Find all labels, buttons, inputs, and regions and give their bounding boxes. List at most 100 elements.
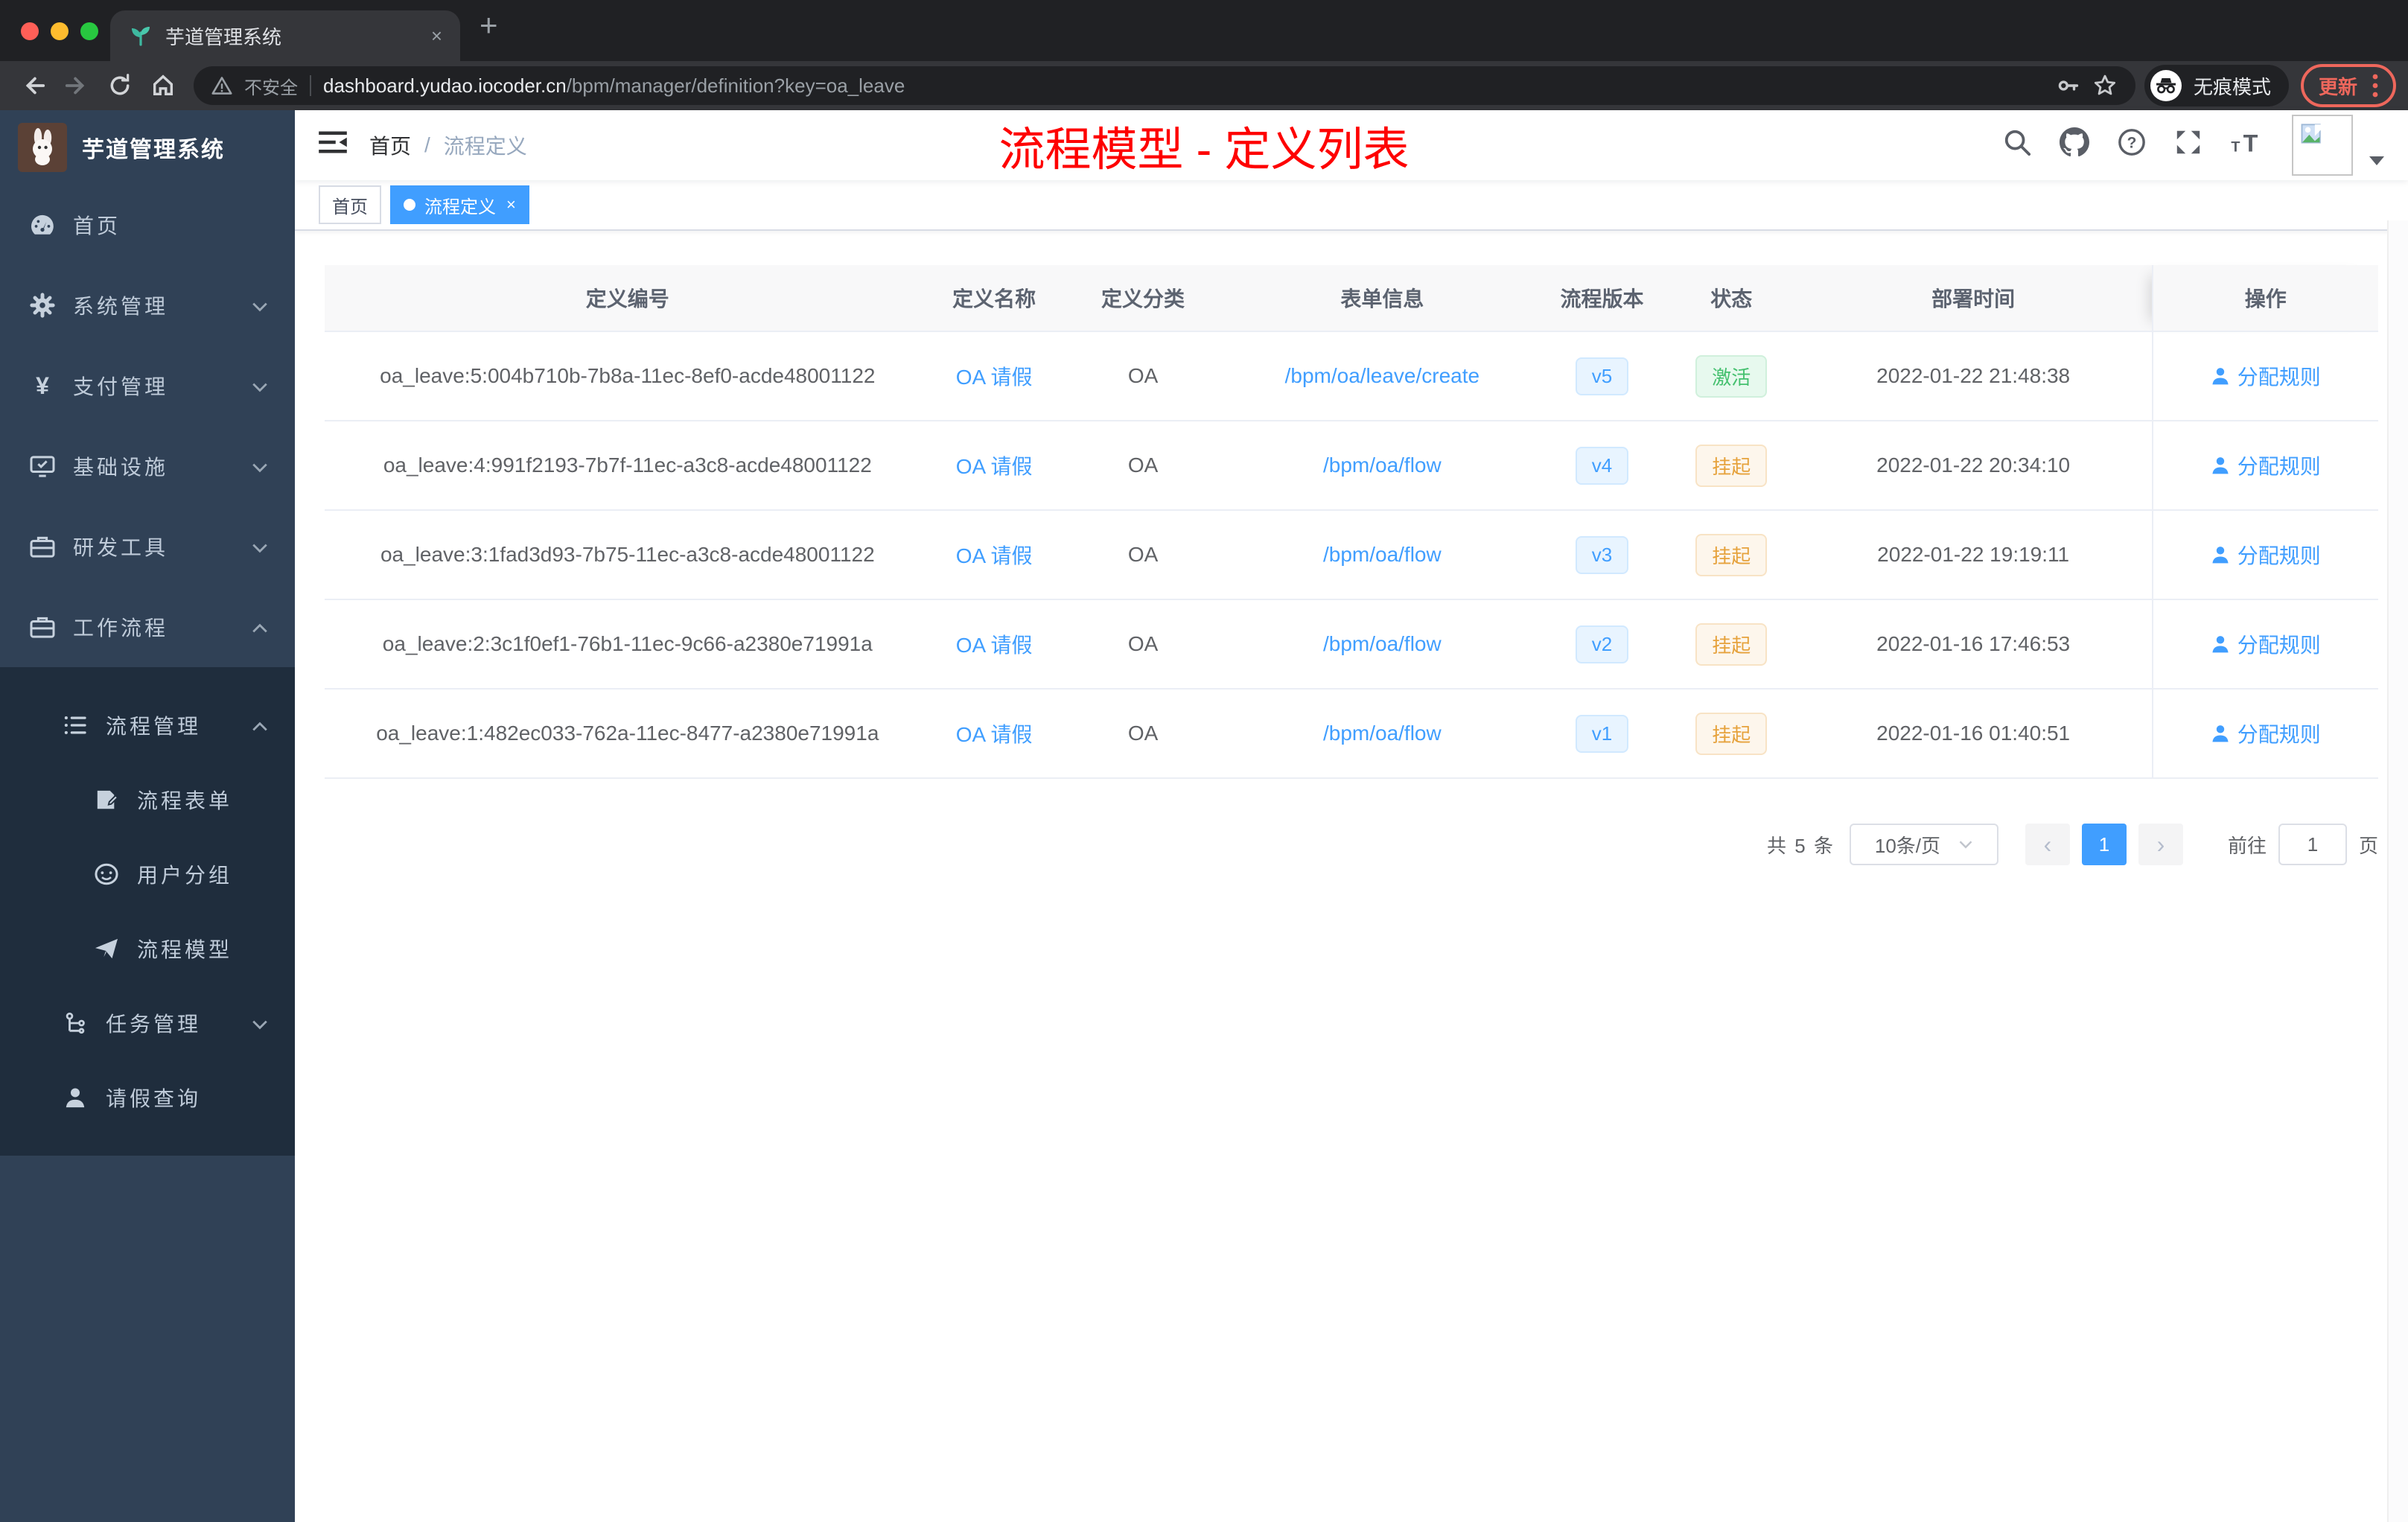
sidebar-item-process-management[interactable]: 流程管理 <box>0 688 295 762</box>
address-bar[interactable]: 不安全 dashboard.yudao.iocoder.cn/bpm/manag… <box>194 66 2135 105</box>
breadcrumb-home[interactable]: 首页 <box>369 130 411 160</box>
assign-rule-link[interactable]: 分配规则 <box>2211 629 2321 659</box>
version-badge: v3 <box>1575 535 1629 574</box>
close-window-button[interactable] <box>21 22 39 40</box>
col-header-status: 状态 <box>1667 265 1795 332</box>
incognito-badge[interactable]: 无痕模式 <box>2144 65 2289 106</box>
form-link[interactable]: /bpm/oa/flow <box>1323 453 1442 477</box>
cell-version: v3 <box>1536 510 1668 600</box>
col-header-actions: 操作 <box>2151 265 2378 332</box>
definition-name-link[interactable]: OA 请假 <box>956 455 1033 478</box>
cell-version: v2 <box>1536 599 1668 690</box>
sidebar-item-workflow[interactable]: 工作流程 <box>0 587 295 667</box>
cell-actions: 分配规则 <box>2151 689 2378 779</box>
tag-close-icon[interactable]: × <box>506 195 516 214</box>
user-icon <box>2212 636 2229 653</box>
pagination: 共 5 条 10条/页 ‹ 1 › 前往 1 页 <box>325 824 2378 865</box>
toolbox-icon <box>30 616 55 638</box>
cell-name: OA 请假 <box>930 599 1058 690</box>
search-icon[interactable] <box>2003 128 2031 162</box>
sidebar-item-infrastructure[interactable]: 基础设施 <box>0 426 295 506</box>
reload-button[interactable] <box>98 65 141 106</box>
incognito-icon <box>2150 70 2182 101</box>
status-badge: 挂起 <box>1695 444 1768 487</box>
form-link[interactable]: /bpm/oa/leave/create <box>1285 364 1480 387</box>
cell-category: OA <box>1057 599 1229 690</box>
definition-name-link[interactable]: OA 请假 <box>956 634 1033 657</box>
app-frame: 芋道管理系统 首页 系统管理 ¥ 支付管理 基础设施 研发工具 工作流程 流程管… <box>0 110 2408 1522</box>
tag-home[interactable]: 首页 <box>319 185 381 224</box>
col-header-category: 定义分类 <box>1057 265 1229 332</box>
definition-name-link[interactable]: OA 请假 <box>956 366 1033 389</box>
breadcrumb-separator: / <box>424 133 430 156</box>
sidebar-item-home[interactable]: 首页 <box>0 185 295 265</box>
fullscreen-icon[interactable] <box>2174 128 2202 162</box>
scrollbar-gutter[interactable] <box>2387 220 2408 1522</box>
monitor-check-icon <box>30 455 55 477</box>
forward-button[interactable] <box>55 65 98 106</box>
bookmark-star-icon[interactable] <box>2092 73 2118 98</box>
chevron-up-icon <box>252 615 268 639</box>
home-button[interactable] <box>141 65 185 106</box>
sidebar-item-process-model[interactable]: 流程模型 <box>0 911 295 986</box>
form-link[interactable]: /bpm/oa/flow <box>1323 722 1442 745</box>
cell-name: OA 请假 <box>930 510 1058 600</box>
status-badge: 挂起 <box>1695 712 1768 755</box>
tab-close-icon[interactable]: × <box>431 25 442 48</box>
browser-toolbar: 不安全 dashboard.yudao.iocoder.cn/bpm/manag… <box>0 61 2408 110</box>
assign-rule-link[interactable]: 分配规则 <box>2211 450 2321 480</box>
warning-icon <box>211 77 232 95</box>
zoom-window-button[interactable] <box>80 22 98 40</box>
goto-page-input[interactable]: 1 <box>2278 824 2347 865</box>
sidebar-item-system[interactable]: 系统管理 <box>0 265 295 346</box>
kebab-menu-icon[interactable] <box>2372 74 2378 98</box>
svg-text:?: ? <box>2127 135 2137 152</box>
avatar[interactable] <box>2292 115 2353 176</box>
sidebar-item-label: 流程模型 <box>137 938 233 961</box>
sidebar-item-dev-tools[interactable]: 研发工具 <box>0 506 295 587</box>
back-button[interactable] <box>12 65 55 106</box>
cell-version: v4 <box>1536 421 1668 511</box>
tags-view: 首页 流程定义 × <box>295 180 2408 231</box>
sidebar-item-label: 支付管理 <box>73 375 169 398</box>
form-link[interactable]: /bpm/oa/flow <box>1323 632 1442 655</box>
sidebar-collapse-icon[interactable] <box>319 130 347 160</box>
sidebar-item-label: 首页 <box>73 214 121 238</box>
help-icon[interactable]: ? <box>2118 128 2146 162</box>
cell-actions: 分配规则 <box>2151 510 2378 600</box>
form-link[interactable]: /bpm/oa/flow <box>1323 543 1442 566</box>
next-page-button[interactable]: › <box>2138 824 2183 865</box>
current-page-button[interactable]: 1 <box>2081 824 2127 865</box>
github-icon[interactable] <box>2060 127 2089 163</box>
tag-process-definition[interactable]: 流程定义 × <box>390 185 529 224</box>
sidebar-logo-row[interactable]: 芋道管理系统 <box>0 110 295 185</box>
new-tab-button[interactable]: + <box>480 7 498 43</box>
table-row: oa_leave:3:1fad3d93-7b75-11ec-a3c8-acde4… <box>325 510 2378 600</box>
browser-tab[interactable]: 芋道管理系统 × <box>110 10 460 61</box>
sidebar-item-process-form[interactable]: 流程表单 <box>0 762 295 837</box>
face-icon <box>94 863 119 885</box>
sidebar-menu: 首页 系统管理 ¥ 支付管理 基础设施 研发工具 工作流程 流程管理 流程表单 … <box>0 185 295 1156</box>
sidebar-item-payment[interactable]: ¥ 支付管理 <box>0 346 295 426</box>
prev-page-button[interactable]: ‹ <box>2025 824 2070 865</box>
sidebar-item-user-group[interactable]: 用户分组 <box>0 837 295 911</box>
page-size-select[interactable]: 10条/页 <box>1849 824 1998 865</box>
caret-down-icon[interactable] <box>2369 144 2384 171</box>
sidebar-item-task-management[interactable]: 任务管理 <box>0 986 295 1060</box>
font-size-icon[interactable]: TT <box>2231 129 2264 162</box>
table-header-row: 定义编号 定义名称 定义分类 表单信息 流程版本 状态 部署时间 操作 <box>325 265 2378 332</box>
sidebar-item-leave-query[interactable]: 请假查询 <box>0 1060 295 1135</box>
assign-rule-link[interactable]: 分配规则 <box>2211 540 2321 570</box>
chrome-update-button[interactable]: 更新 <box>2300 64 2396 107</box>
assign-rule-link[interactable]: 分配规则 <box>2211 361 2321 391</box>
assign-rule-link[interactable]: 分配规则 <box>2211 719 2321 748</box>
tag-label: 首页 <box>332 197 368 217</box>
paper-plane-icon <box>94 937 119 960</box>
cell-form: /bpm/oa/flow <box>1228 421 1537 511</box>
page-size-value: 10条/页 <box>1874 834 1941 857</box>
definition-name-link[interactable]: OA 请假 <box>956 723 1033 746</box>
minimize-window-button[interactable] <box>51 22 69 40</box>
cell-version: v5 <box>1536 331 1668 421</box>
definition-name-link[interactable]: OA 请假 <box>956 544 1033 567</box>
password-key-icon[interactable] <box>2055 73 2080 98</box>
